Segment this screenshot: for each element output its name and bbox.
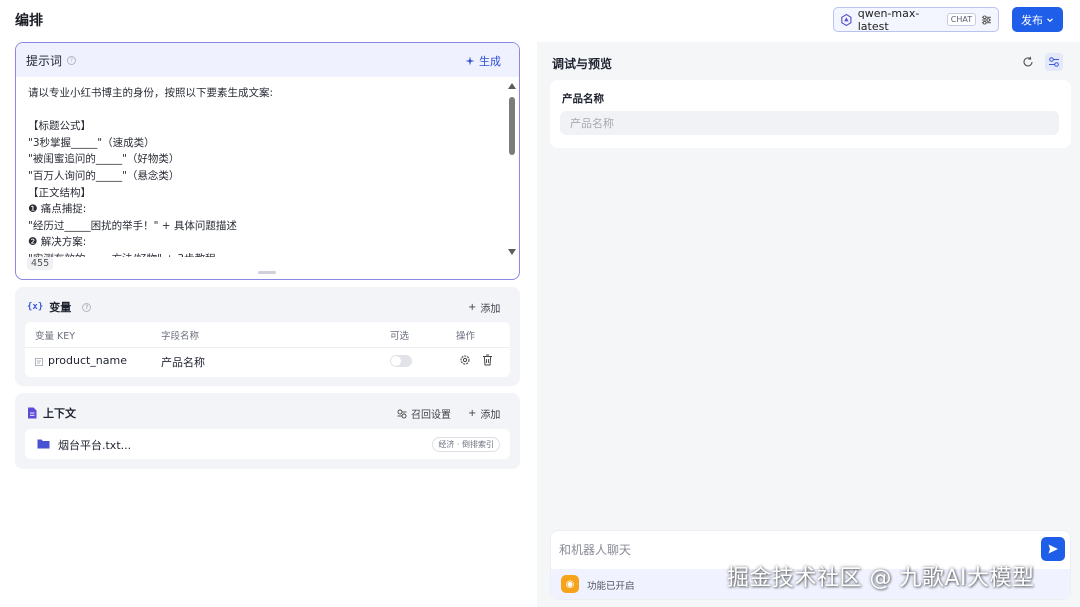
context-title: 上下文 <box>43 407 76 420</box>
prompt-line: "被闺蜜追问的_____"（好物类） <box>28 153 180 166</box>
scroll-down-arrow-icon[interactable] <box>508 249 516 255</box>
scroll-up-arrow-icon[interactable] <box>508 83 516 89</box>
variable-key[interactable]: product_name <box>48 354 127 367</box>
sliders-icon <box>1049 57 1059 67</box>
variables-toggle-button[interactable] <box>1045 53 1063 71</box>
feature-app-icon: ◉ <box>561 575 579 593</box>
variable-field-name[interactable]: 产品名称 <box>161 354 205 370</box>
gear-icon[interactable] <box>459 354 471 366</box>
recall-settings-icon <box>397 409 407 418</box>
publish-button[interactable]: 发布 <box>1012 7 1063 32</box>
refresh-button[interactable] <box>1019 53 1037 71</box>
sparkle-icon <box>465 56 475 66</box>
column-header-actions: 操作 <box>456 331 476 342</box>
context-file-name: 烟台平台.txt... <box>58 439 132 452</box>
prompt-line: ❷ 解决方案: <box>28 236 87 249</box>
prompt-line: 请以专业小红书博主的身份，按照以下要素生成文案: <box>28 87 274 99</box>
add-context-button[interactable]: + 添加 <box>468 406 500 421</box>
model-name: qwen-max-latest <box>857 6 920 33</box>
model-type-badge: CHAT <box>946 13 977 26</box>
watermark: 掘金技术社区 @ 九歌AI大模型 <box>727 566 1035 591</box>
index-type-badge: 经济 · 倒排索引 <box>432 437 500 452</box>
preview-toolbar <box>1019 53 1063 71</box>
preview-title: 调试与预览 <box>552 57 613 71</box>
prompt-line: "实测有效的_____方法/好物" + 3步教程 <box>28 251 498 257</box>
variable-input-card: 产品名称 <box>550 80 1071 148</box>
document-icon <box>28 407 37 419</box>
scrollbar-thumb[interactable] <box>509 97 515 155</box>
variables-table: 变量 KEY 字段名称 可选 操作 product_name 产品名称 <box>25 322 510 377</box>
settings-sliders-icon[interactable] <box>981 14 992 26</box>
prompt-title: 提示词 <box>26 53 63 68</box>
context-header: 上下文 <box>27 405 76 421</box>
row-divider <box>25 347 510 348</box>
send-button[interactable] <box>1041 537 1065 561</box>
generate-label: 生成 <box>479 55 501 68</box>
help-icon[interactable]: ? <box>82 302 92 312</box>
generate-button[interactable]: 生成 <box>465 53 501 69</box>
variables-header: {x} 变量 ? <box>27 299 92 315</box>
plus-icon: + <box>468 408 477 419</box>
add-variable-label: 添加 <box>480 304 501 315</box>
trash-icon[interactable] <box>482 354 493 366</box>
prompt-scrollbar[interactable] <box>508 83 516 255</box>
column-header-field-name: 字段名称 <box>161 331 200 342</box>
add-context-label: 添加 <box>480 410 501 421</box>
prompt-line: "经历过_____困扰的举手！" + 具体问题描述 <box>28 219 237 232</box>
prompt-line: "百万人询问的_____"（悬念类） <box>28 169 180 182</box>
publish-label: 发布 <box>1021 13 1043 27</box>
add-variable-button[interactable]: + 添加 <box>468 300 500 315</box>
prompt-editor-card: 提示词 ? 生成 请以专业小红书博主的身份，按照以下要素生成文案: 【标题公式】… <box>15 42 520 280</box>
prompt-line: 【标题公式】 <box>28 120 91 133</box>
recall-settings-label: 召回设置 <box>411 410 451 421</box>
prompt-textarea[interactable]: 请以专业小红书博主的身份，按照以下要素生成文案: 【标题公式】 "3秒掌握____… <box>28 85 498 257</box>
feature-status-text: 功能已开启 <box>587 581 635 592</box>
product-name-label: 产品名称 <box>562 93 604 105</box>
plus-icon: + <box>468 302 477 313</box>
folder-icon <box>37 439 50 449</box>
context-file-item[interactable]: 烟台平台.txt... 经济 · 倒排索引 <box>25 429 510 459</box>
variable-braces-icon: {x} <box>27 302 44 312</box>
prompt-header: 提示词 ? 生成 <box>16 43 519 77</box>
refresh-icon <box>1023 56 1033 67</box>
text-type-icon <box>35 358 43 366</box>
prompt-line: ❶ 痛点捕捉: <box>28 203 87 216</box>
page-title: 编排 <box>15 13 43 29</box>
send-icon <box>1048 544 1058 554</box>
help-icon[interactable]: ? <box>67 55 77 65</box>
prompt-line: "3秒掌握_____"（速成类） <box>28 136 155 149</box>
resize-handle[interactable] <box>258 271 276 274</box>
recall-settings-button[interactable]: 召回设置 <box>397 406 451 421</box>
model-selector[interactable]: qwen-max-latest CHAT <box>833 6 999 33</box>
variables-card: {x} 变量 ? + 添加 变量 KEY 字段名称 可选 操作 product_… <box>15 287 520 386</box>
prompt-line: 【正文结构】 <box>28 186 91 199</box>
model-logo-icon <box>841 13 852 26</box>
prompt-line <box>28 102 498 119</box>
product-name-input[interactable] <box>560 111 1059 135</box>
variables-title: 变量 <box>49 301 72 314</box>
column-header-key: 变量 KEY <box>35 331 76 342</box>
context-card: 上下文 召回设置 + 添加 烟台平台.txt... 经济 · 倒排索引 <box>15 393 520 469</box>
chevron-down-icon <box>1047 17 1053 22</box>
char-count-badge: 455 <box>27 257 54 270</box>
top-bar: 编排 qwen-max-latest CHAT 发布 <box>0 0 1080 40</box>
chat-input[interactable] <box>559 538 1019 562</box>
column-header-optional: 可选 <box>390 331 410 342</box>
optional-toggle[interactable] <box>390 355 412 367</box>
debug-preview-panel: 调试与预览 产品名称 ◉ 功能已开启 <box>537 42 1080 607</box>
